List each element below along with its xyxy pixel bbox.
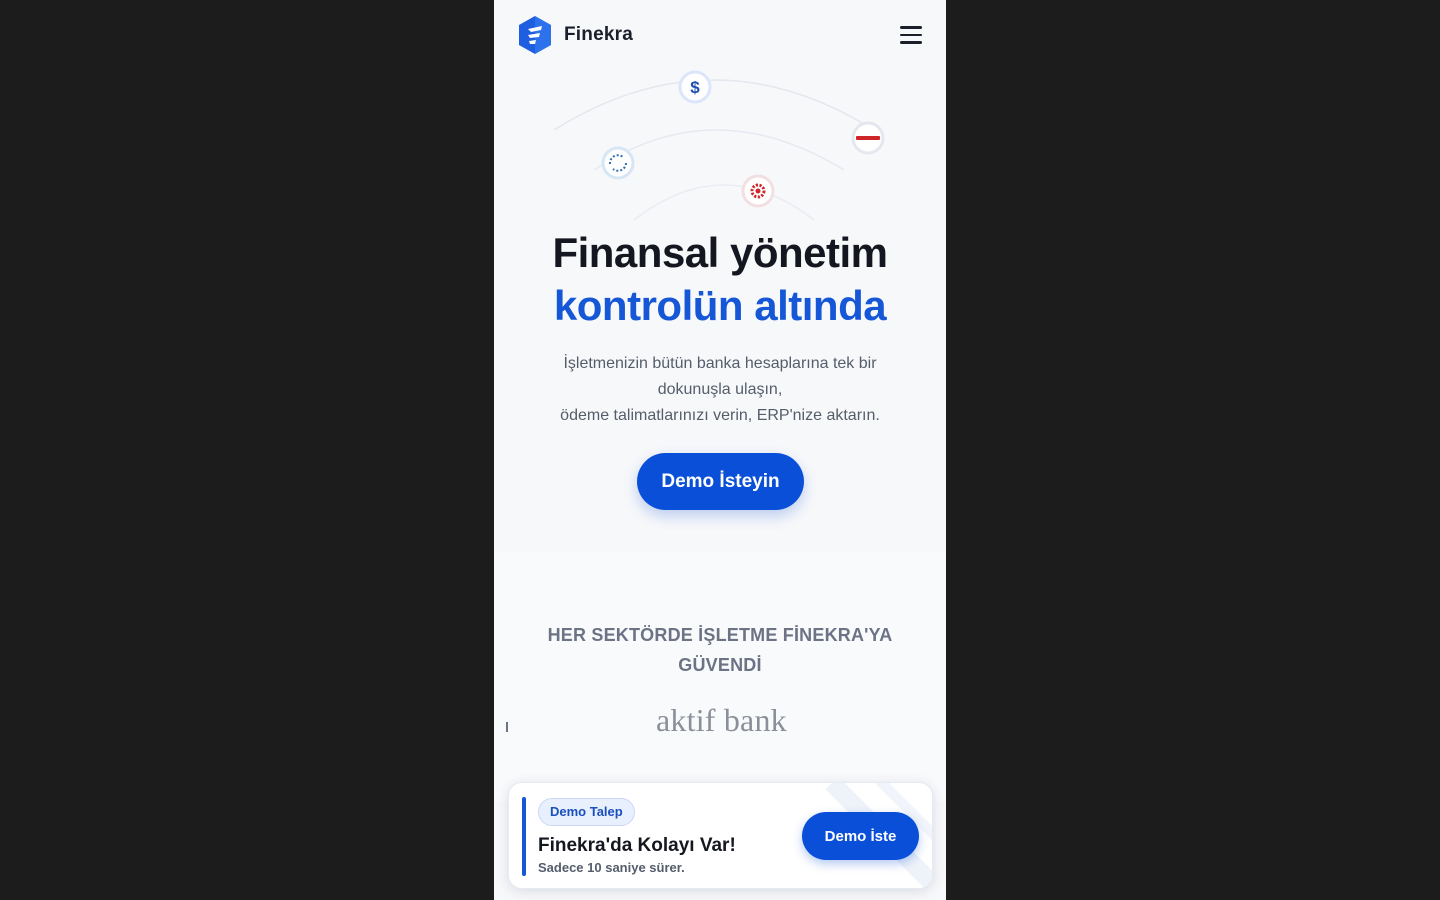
demo-request-bar: Demo Talep Finekra'da Kolayı Var! Sadece… xyxy=(508,782,933,889)
aktifbank-logo: aktif bank xyxy=(656,702,787,739)
bank-logo-icon xyxy=(851,121,885,155)
hero-title-accent: kontrolün altında xyxy=(553,282,887,329)
hero-subtitle-line2: ödeme talimatlarınızı verin, ERP'nize ak… xyxy=(560,407,880,424)
request-demo-button[interactable]: Demo İsteyin xyxy=(637,453,804,510)
hero-title: Finansal yönetim kontrolün altında xyxy=(494,226,946,332)
dollar-icon: $ xyxy=(678,70,712,104)
aktifbank-logo-text: aktif bank xyxy=(656,702,787,738)
partner-logo-fragment xyxy=(506,722,508,732)
partner-logo-carousel: aktif bank xyxy=(494,702,946,752)
demo-bar-accent-stripe xyxy=(522,797,526,876)
gear-icon xyxy=(741,174,775,208)
hamburger-menu-icon[interactable] xyxy=(900,24,926,46)
finekra-logo-icon xyxy=(519,16,551,54)
hero-title-line1: Finansal yönetim xyxy=(552,229,888,276)
demo-request-button[interactable]: Demo İste xyxy=(802,812,919,860)
hero-subtitle-line1: İşletmenizin bütün banka hesaplarına tek… xyxy=(563,355,877,398)
brand-name: Finekra xyxy=(564,24,633,45)
trust-title: HER SEKTÖRDE İŞLETME FİNEKRA'YA GÜVENDİ xyxy=(547,625,893,675)
sync-icon xyxy=(601,146,635,180)
svg-text:$: $ xyxy=(690,78,700,97)
orbit-illustration: $ xyxy=(553,70,885,221)
trust-section: HER SEKTÖRDE İŞLETME FİNEKRA'YA GÜVENDİ … xyxy=(494,552,946,802)
hero-subtitle: İşletmenizin bütün banka hesaplarına tek… xyxy=(534,351,906,429)
demo-bar-subtitle: Sadece 10 saniye sürer. xyxy=(538,860,685,875)
mobile-viewport: Finekra $ Finansal yönetim kontrolün alt… xyxy=(494,0,946,900)
brand[interactable]: Finekra xyxy=(516,15,633,55)
demo-badge: Demo Talep xyxy=(538,798,635,826)
demo-bar-title: Finekra'da Kolayı Var! xyxy=(538,835,736,856)
